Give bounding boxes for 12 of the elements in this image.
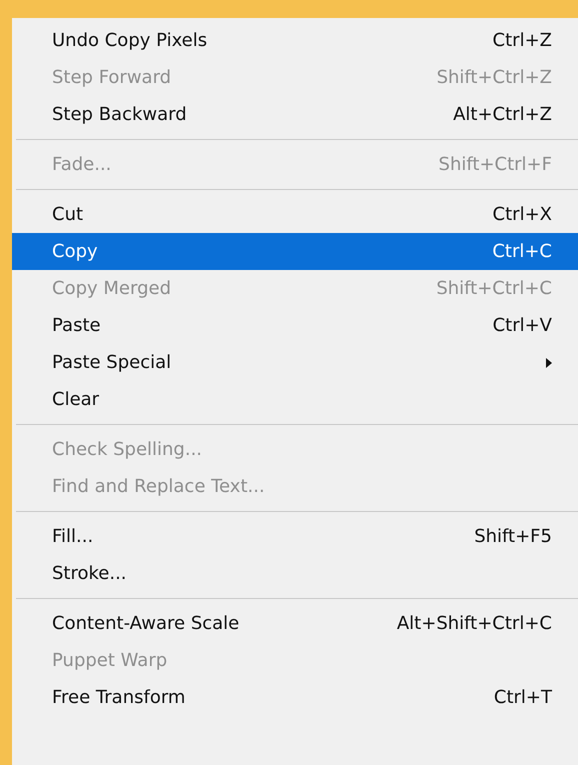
menu-item[interactable]: Free Transform Ctrl+T [12, 679, 578, 716]
submenu-arrow-icon [546, 358, 552, 368]
menu-item[interactable]: Stroke... [12, 555, 578, 592]
menu-item[interactable]: Fill... Shift+F5 [12, 518, 578, 555]
menu-item[interactable]: Step Backward Alt+Ctrl+Z [12, 96, 578, 133]
menu-item[interactable]: Paste Ctrl+V [12, 307, 578, 344]
menu-item[interactable]: Copy Ctrl+C [12, 233, 578, 270]
menu-item[interactable]: Undo Copy Pixels Ctrl+Z [12, 22, 578, 59]
menu-item[interactable]: Clear [12, 381, 578, 418]
menu-item[interactable]: Content-Aware Scale Alt+Shift+Ctrl+C [12, 605, 578, 642]
menu-item[interactable]: Paste Special [12, 344, 578, 381]
menu-item[interactable]: Cut Ctrl+X [12, 196, 578, 233]
